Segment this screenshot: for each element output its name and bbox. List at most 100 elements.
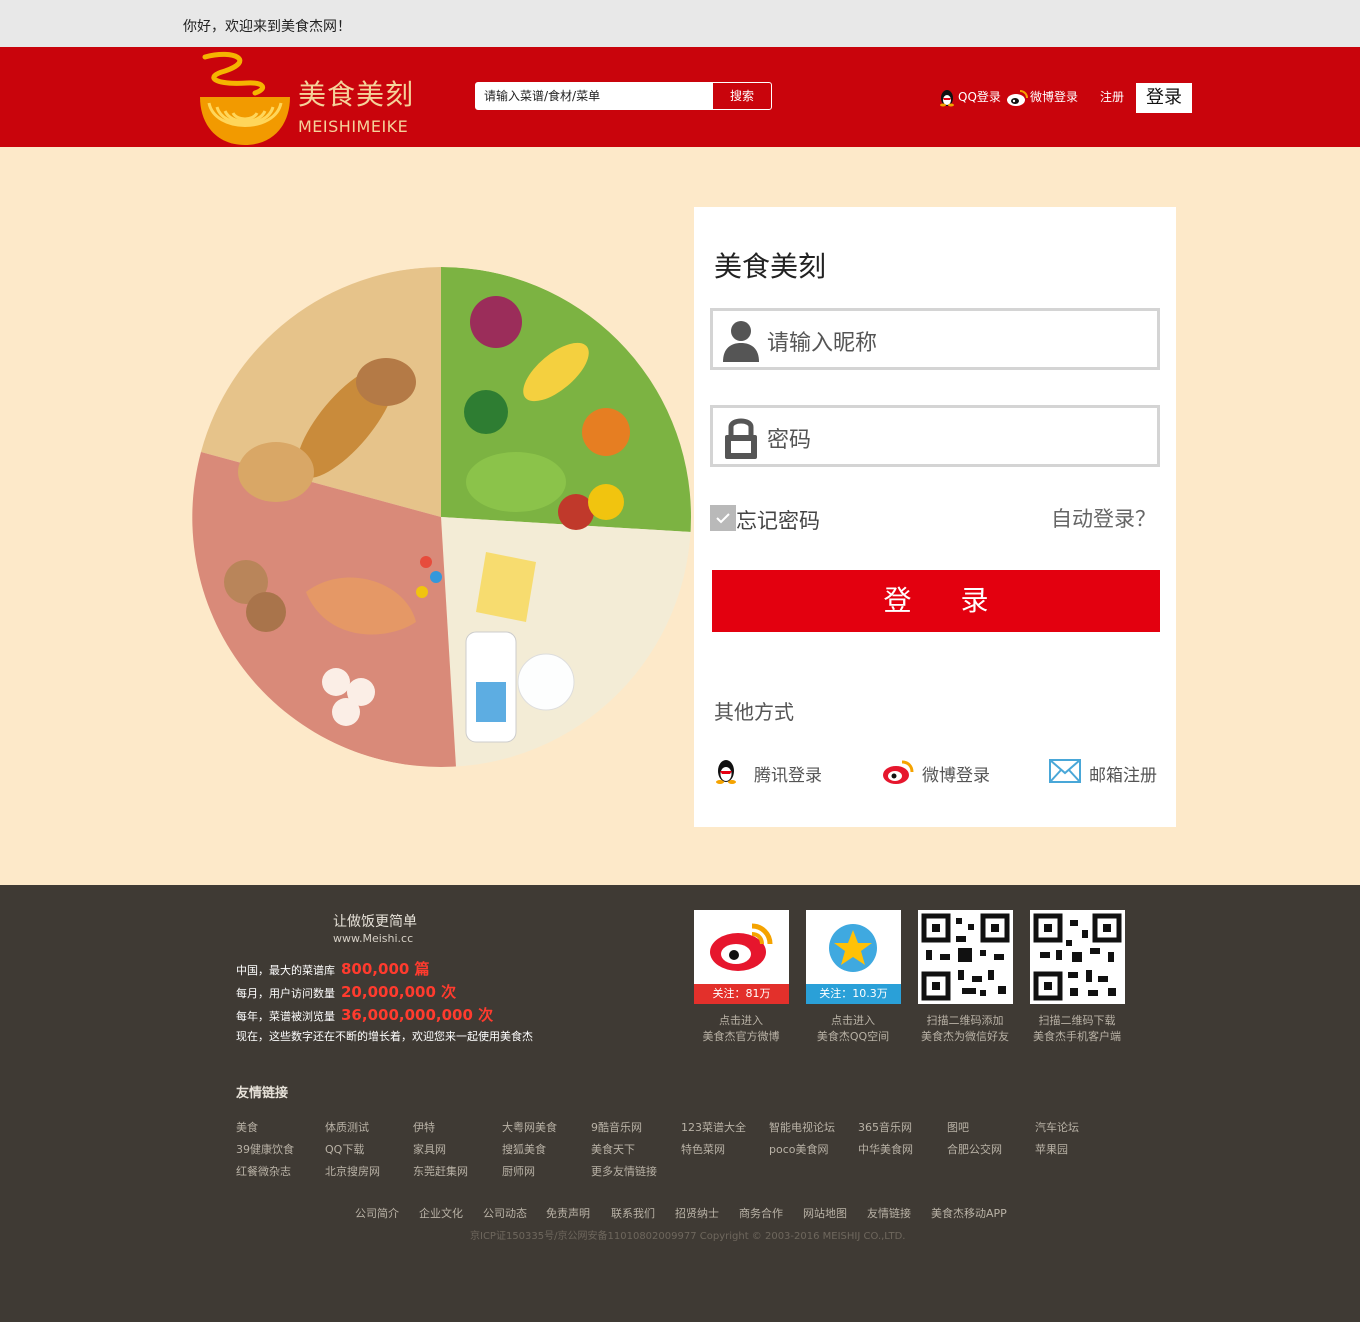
friend-link[interactable]: 苹果园 (1035, 1141, 1068, 1157)
footer-nav-link[interactable]: 网站地图 (803, 1205, 847, 1221)
footer-nav-link[interactable]: 公司动态 (483, 1205, 527, 1221)
login-card: 美食美刻 请输入昵称 密码 忘记密码 自动登录？ 登 录 其他方式 腾讯登录 微… (694, 207, 1176, 827)
friend-link[interactable]: 特色菜网 (681, 1141, 725, 1157)
qq-penguin-icon (940, 89, 954, 106)
search-input[interactable] (476, 83, 712, 109)
email-register-label: 邮箱注册 (1089, 766, 1157, 786)
header-login-button[interactable]: 登录 (1136, 83, 1192, 113)
login-card-title: 美食美刻 (714, 250, 827, 283)
login-submit-button[interactable]: 登 录 (712, 570, 1160, 632)
footer-nav-link[interactable]: 公司简介 (355, 1205, 399, 1221)
header: 美食美刻 MEISHIMEIKE 搜索 QQ登录 微博登录 注册 登录 (0, 47, 1360, 147)
weibo-icon (1007, 89, 1028, 106)
stat-value: 800,000 篇 (341, 960, 430, 978)
friend-link[interactable]: 39健康饮食 (236, 1141, 294, 1157)
bowl-logo-icon (200, 51, 290, 145)
lock-icon (725, 418, 757, 459)
footer-nav-link[interactable]: 联系我们 (611, 1205, 655, 1221)
icp-copyright: 京ICP证150335号/京公网安备11010802009977 Copyrig… (470, 1231, 906, 1242)
footer-nav-link[interactable]: 企业文化 (419, 1205, 463, 1221)
qr-code-icon (921, 913, 1010, 1001)
wechat-qr-tile (918, 910, 1013, 1004)
site-logo[interactable]: 美食美刻 MEISHIMEIKE (195, 49, 425, 147)
tile-caption-line: 扫描二维码下载 (1038, 1014, 1116, 1027)
qq-login-link[interactable]: QQ登录 (938, 82, 1001, 112)
footer-nav-link[interactable]: 免责声明 (546, 1205, 590, 1221)
tile-caption-line: 点击进入 (831, 1014, 875, 1027)
stat-value: 20,000,000 次 (341, 983, 457, 1001)
friend-link[interactable]: 365音乐网 (858, 1119, 912, 1135)
password-placeholder: 密码 (767, 428, 812, 453)
weibo-follow-count: 关注：81万 (694, 984, 789, 1004)
qzone-follow-count: 关注：10.3万 (806, 984, 901, 1004)
nickname-placeholder: 请输入昵称 (767, 331, 878, 356)
stat-row: 每月，用户访问数量 20,000,000 次 (236, 981, 456, 1002)
stat-row: 每年，菜谱被浏览量 36,000,000,000 次 (236, 1004, 493, 1025)
friend-link[interactable]: 美食天下 (591, 1141, 635, 1157)
friend-link[interactable]: 智能电视论坛 (769, 1119, 835, 1135)
weibo-icon (883, 760, 914, 784)
friend-link[interactable]: 体质测试 (325, 1119, 369, 1135)
friend-link[interactable]: 中华美食网 (858, 1141, 913, 1157)
stat-value: 36,000,000,000 次 (341, 1006, 494, 1024)
welcome-text: 你好，欢迎来到美食杰网！ (183, 19, 351, 35)
qzone-tile-caption[interactable]: 点击进入 美食杰QQ空间 (793, 1013, 913, 1045)
footer-nav-link[interactable]: 美食杰移动APP (931, 1205, 1007, 1221)
footer: 让做饭更简单 www.Meishi.cc 中国，最大的菜谱库 800,000 篇 … (0, 885, 1360, 1322)
stat-label: 每年，菜谱被浏览量 (236, 1010, 335, 1023)
mail-icon (1049, 759, 1081, 783)
friend-link[interactable]: 图吧 (947, 1119, 969, 1135)
other-methods-label: 其他方式 (714, 700, 794, 724)
stats-note: 现在，这些数字还在不断的增长着，欢迎您来一起使用美食杰 (236, 1030, 533, 1043)
friend-link[interactable]: QQ下载 (325, 1141, 364, 1157)
friend-links-title: 友情链接 (236, 1086, 289, 1101)
top-bar: 你好，欢迎来到美食杰网！ (0, 0, 1360, 47)
friend-link[interactable]: 红餐微杂志 (236, 1163, 291, 1179)
friend-link[interactable]: 美食 (236, 1119, 258, 1135)
password-field[interactable]: 密码 (710, 405, 1160, 467)
tile-caption-line: 美食杰官方微博 (702, 1030, 780, 1043)
wechat-tile-caption: 扫描二维码添加 美食杰为微信好友 (905, 1013, 1025, 1045)
friend-link[interactable]: 北京搜房网 (325, 1163, 380, 1179)
footer-slogan: 让做饭更简单 (333, 914, 417, 930)
footer-nav-link[interactable]: 招贤纳士 (675, 1205, 719, 1221)
friend-link[interactable]: 大粤网美食 (502, 1119, 557, 1135)
register-link[interactable]: 注册 (1100, 82, 1124, 112)
weibo-follow-tile[interactable]: 关注：81万 (694, 910, 789, 1004)
friend-link[interactable]: 123菜谱大全 (681, 1119, 746, 1135)
tile-caption-line: 美食杰为微信好友 (921, 1030, 1009, 1043)
qr-code-icon (1033, 913, 1122, 1001)
food-plate-illustration (192, 267, 691, 767)
weibo-login-label: 微博登录 (1030, 90, 1079, 104)
tile-caption-line: 美食杰QQ空间 (816, 1030, 890, 1043)
friend-link[interactable]: 家具网 (413, 1141, 446, 1157)
footer-site-url: www.Meishi.cc (333, 932, 414, 945)
search-button[interactable]: 搜索 (712, 83, 771, 109)
friend-link[interactable]: 9酷音乐网 (591, 1119, 642, 1135)
qzone-follow-tile[interactable]: 关注：10.3万 (806, 910, 901, 1004)
friend-link[interactable]: 东莞赶集网 (413, 1163, 468, 1179)
remember-checkbox[interactable] (710, 505, 736, 531)
friend-link[interactable]: 厨师网 (502, 1163, 535, 1179)
friend-link[interactable]: 汽车论坛 (1035, 1119, 1079, 1135)
friend-link[interactable]: 合肥公交网 (947, 1141, 1002, 1157)
auto-login-link[interactable]: 自动登录？ (1051, 503, 1156, 533)
nickname-field[interactable]: 请输入昵称 (710, 308, 1160, 370)
footer-nav-link[interactable]: 友情链接 (867, 1205, 911, 1221)
qzone-star-icon (829, 924, 877, 972)
friend-link[interactable]: poco美食网 (769, 1141, 829, 1157)
friend-link[interactable]: 搜狐美食 (502, 1141, 546, 1157)
tile-caption-line: 美食杰手机客户端 (1033, 1030, 1121, 1043)
weibo-login-label-card: 微博登录 (922, 766, 990, 786)
check-icon (716, 513, 730, 524)
friend-link[interactable]: 更多友情链接 (591, 1163, 657, 1179)
user-icon (723, 321, 759, 362)
search-box: 搜索 (475, 82, 772, 110)
forgot-password-label[interactable]: 忘记密码 (736, 505, 820, 535)
weibo-logo-icon (710, 923, 773, 971)
friend-link[interactable]: 伊特 (413, 1119, 435, 1135)
weibo-tile-caption[interactable]: 点击进入 美食杰官方微博 (681, 1013, 801, 1045)
footer-nav-link[interactable]: 商务合作 (739, 1205, 783, 1221)
tile-caption-line: 扫描二维码添加 (926, 1014, 1004, 1027)
weibo-login-link[interactable]: 微博登录 (1006, 82, 1078, 112)
